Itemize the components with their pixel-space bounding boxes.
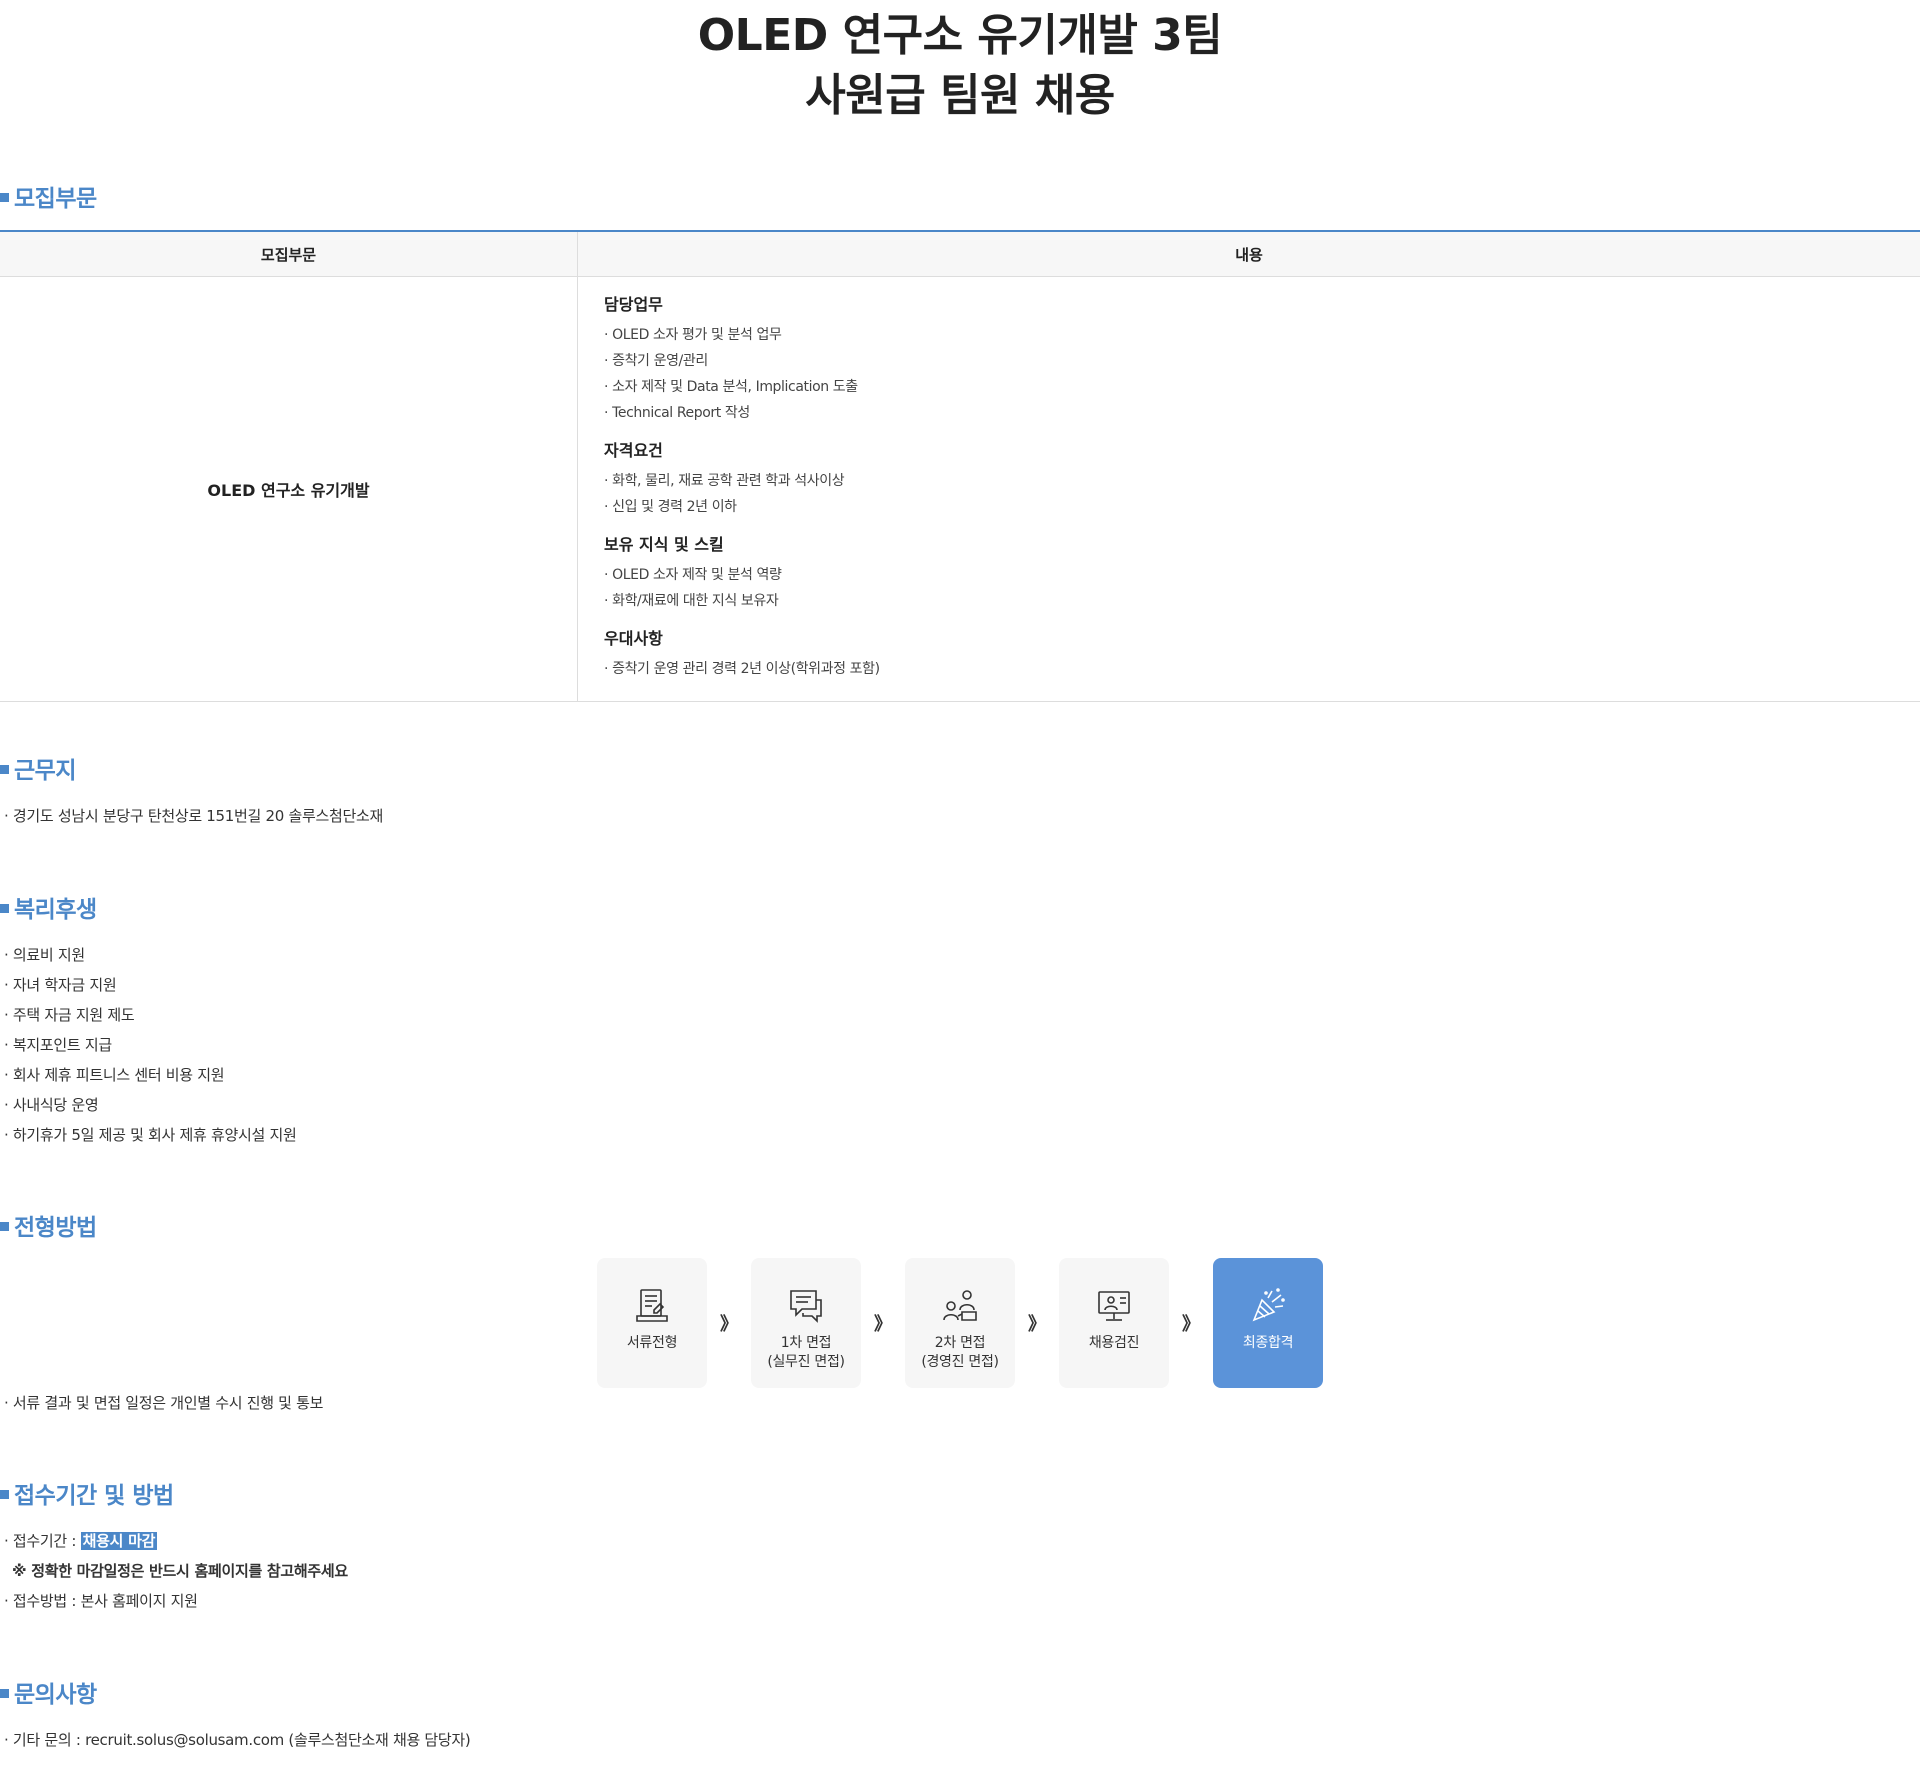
- apply-notice: ※ 정확한 마감일정은 반드시 홈페이지를 참고해주세요: [12, 1562, 348, 1580]
- heading-bullet: [0, 193, 9, 202]
- section-heading-process: 전형방법: [0, 1213, 97, 1243]
- list-item: · 소자 제작 및 Data 분석, Implication 도출: [604, 379, 858, 395]
- list-item: · 신입 및 경력 2년 이하: [604, 499, 737, 515]
- group-list-skills: · OLED 소자 제작 및 분석 역량 · 화학/재료에 대한 지식 보유자: [604, 562, 1895, 614]
- content-cell: 담당업무 · OLED 소자 평가 및 분석 업무 · 증착기 운영/관리 · …: [577, 276, 1920, 702]
- list-item: · 하기휴가 5일 제공 및 회사 제휴 휴양시설 지원: [4, 1126, 297, 1144]
- process-arrow: 》: [1182, 1314, 1200, 1335]
- list-item: · 증착기 운영 관리 경력 2년 이상(학위과정 포함): [604, 661, 880, 677]
- page-title: OLED 연구소 유기개발 3팀 사원급 팀원 채용: [0, 0, 1920, 126]
- section-heading-workplace: 근무지: [0, 756, 76, 786]
- process-arrow: 》: [874, 1314, 892, 1335]
- section-heading-recruit: 모집부문: [0, 184, 97, 214]
- process-step-label: 서류전형: [626, 1335, 678, 1351]
- list-item: · 화학/재료에 대한 지식 보유자: [604, 593, 779, 609]
- process-step-label: 2차 면접 (경영진 면접): [921, 1335, 999, 1370]
- process-arrow: 》: [720, 1314, 738, 1335]
- apply-period-label: · 접수기간 :: [4, 1532, 81, 1550]
- group-list-duties: · OLED 소자 평가 및 분석 업무 · 증착기 운영/관리 · 소자 제작…: [604, 322, 1895, 426]
- workplace-address: · 경기도 성남시 분당구 탄천상로 151번길 20 솔루스첨단소재: [4, 807, 383, 825]
- process-step-checkup: 채용검진: [1059, 1258, 1169, 1388]
- group-list-qualifications: · 화학, 물리, 재료 공학 관련 학과 석사이상 · 신입 및 경력 2년 …: [604, 468, 1895, 520]
- heading-bullet: [0, 765, 9, 774]
- list-item: · 회사 제휴 피트니스 센터 비용 지원: [4, 1066, 225, 1084]
- group-list-preferred: · 증착기 운영 관리 경력 2년 이상(학위과정 포함): [604, 656, 1895, 682]
- section-heading-welfare: 복리후생: [0, 895, 97, 925]
- heading-bullet: [0, 1490, 9, 1499]
- apply-period: · 접수기간 : 채용시 마감: [4, 1526, 348, 1556]
- process-step-label: 최종합격: [1242, 1335, 1294, 1351]
- workplace-list: · 경기도 성남시 분당구 탄천상로 151번길 20 솔루스첨단소재: [4, 801, 383, 831]
- list-item: · OLED 소자 제작 및 분석 역량: [604, 567, 782, 583]
- list-item: · 화학, 물리, 재료 공학 관련 학과 석사이상: [604, 473, 845, 489]
- title-line-2: 사원급 팀원 채용: [805, 70, 1115, 121]
- heading-bullet: [0, 1222, 9, 1231]
- process-step-final: 최종합격: [1213, 1258, 1323, 1388]
- apply-period-value: 채용시 마감: [80, 1532, 158, 1550]
- apply-list: · 접수기간 : 채용시 마감 ※ 정확한 마감일정은 반드시 홈페이지를 참고…: [4, 1526, 348, 1616]
- title-line-1: OLED 연구소 유기개발 3팀: [697, 10, 1223, 61]
- list-item: · 의료비 지원: [4, 946, 85, 964]
- group-title-duties: 담당업무: [604, 295, 663, 314]
- contact-list: · 기타 문의 : recruit.solus@solusam.com (솔루스…: [4, 1725, 471, 1755]
- heading-bullet: [0, 1689, 9, 1698]
- list-item: · Technical Report 작성: [604, 405, 750, 421]
- list-item: · 복지포인트 지급: [4, 1036, 112, 1054]
- people-icon: [943, 1290, 977, 1321]
- list-item: · 증착기 운영/관리: [604, 353, 708, 369]
- group-title-preferred: 우대사항: [604, 629, 663, 648]
- process-step-interview-2: 2차 면접 (경영진 면접): [905, 1258, 1015, 1388]
- list-item: · OLED 소자 평가 및 분석 업무: [604, 327, 782, 343]
- table-header-content: 내용: [577, 231, 1920, 277]
- list-item: · 주택 자금 지원 제도: [4, 1006, 135, 1024]
- process-step-document: 서류전형: [597, 1258, 707, 1388]
- list-item: · 자녀 학자금 지원: [4, 976, 117, 994]
- apply-method: · 접수방법 : 본사 홈페이지 지원: [4, 1592, 198, 1610]
- chat-icon: [790, 1290, 822, 1323]
- party-popper-icon: [1252, 1288, 1285, 1322]
- document-icon: [636, 1289, 668, 1322]
- process-note: · 서류 결과 및 면접 일정은 개인별 수시 진행 및 통보: [4, 1394, 324, 1412]
- welfare-list: · 의료비 지원 · 자녀 학자금 지원 · 주택 자금 지원 제도 · 복지포…: [4, 940, 297, 1150]
- list-item: · 사내식당 운영: [4, 1096, 99, 1114]
- process-note-list: · 서류 결과 및 면접 일정은 개인별 수시 진행 및 통보: [4, 1388, 323, 1418]
- section-heading-contact: 문의사항: [0, 1680, 97, 1710]
- table-header-department: 모집부문: [0, 231, 578, 277]
- table-row: OLED 연구소 유기개발 담당업무 · OLED 소자 평가 및 분석 업무 …: [0, 276, 1920, 702]
- recruit-table: 모집부문 내용 OLED 연구소 유기개발 담당업무 · OLED 소자 평가 …: [0, 230, 1920, 702]
- heading-bullet: [0, 904, 9, 913]
- process-step-interview-1: 1차 면접 (실무진 면접): [751, 1258, 861, 1388]
- section-heading-apply: 접수기간 및 방법: [0, 1481, 174, 1511]
- process-step-label: 채용검진: [1088, 1335, 1140, 1351]
- department-cell: OLED 연구소 유기개발: [0, 276, 578, 702]
- group-title-skills: 보유 지식 및 스킬: [604, 535, 724, 554]
- process-arrow: 》: [1028, 1314, 1046, 1335]
- process-flow: 서류전형 》 1차 면접 (실무진 면접) 》 2차 면접 (경영진 면접) 》: [597, 1258, 1323, 1388]
- group-title-qualifications: 자격요건: [604, 441, 663, 460]
- process-step-label: 1차 면접 (실무진 면접): [767, 1335, 845, 1370]
- contact-email: · 기타 문의 : recruit.solus@solusam.com (솔루스…: [4, 1731, 471, 1749]
- monitor-person-icon: [1098, 1291, 1130, 1321]
